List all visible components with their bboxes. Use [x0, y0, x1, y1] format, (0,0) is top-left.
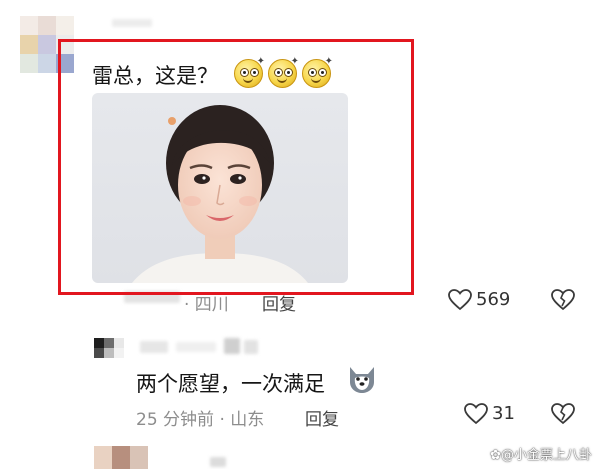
username-redacted[interactable]	[112, 19, 152, 27]
watermark-logo-icon: ✿@	[490, 448, 514, 463]
comment-text: 两个愿望，一次满足	[136, 372, 325, 396]
username-redacted[interactable]	[224, 338, 240, 354]
username-redacted[interactable]	[140, 341, 168, 353]
heart-icon	[448, 289, 472, 311]
dislike-broken-heart-icon[interactable]	[551, 289, 575, 311]
comment-timestamp: 25 分钟前 · 山东	[136, 410, 265, 430]
like-button[interactable]: 569	[448, 289, 528, 315]
avatar[interactable]	[94, 338, 124, 358]
dislike-broken-heart-icon[interactable]	[551, 403, 575, 425]
username-redacted[interactable]	[210, 457, 226, 467]
username-redacted[interactable]	[176, 342, 216, 352]
husky-dog-icon	[350, 367, 374, 393]
like-button[interactable]: 31	[464, 403, 528, 429]
watermark-text: 小金票上八卦	[513, 448, 592, 463]
avatar[interactable]	[94, 446, 148, 469]
watermark: ✿@小金票上八卦	[490, 444, 592, 463]
like-count: 569	[476, 289, 511, 310]
highlight-box	[58, 39, 414, 295]
username-redacted[interactable]	[244, 340, 258, 354]
heart-icon	[464, 403, 488, 425]
like-count: 31	[492, 403, 515, 424]
reply-button[interactable]: 回复	[305, 405, 339, 430]
